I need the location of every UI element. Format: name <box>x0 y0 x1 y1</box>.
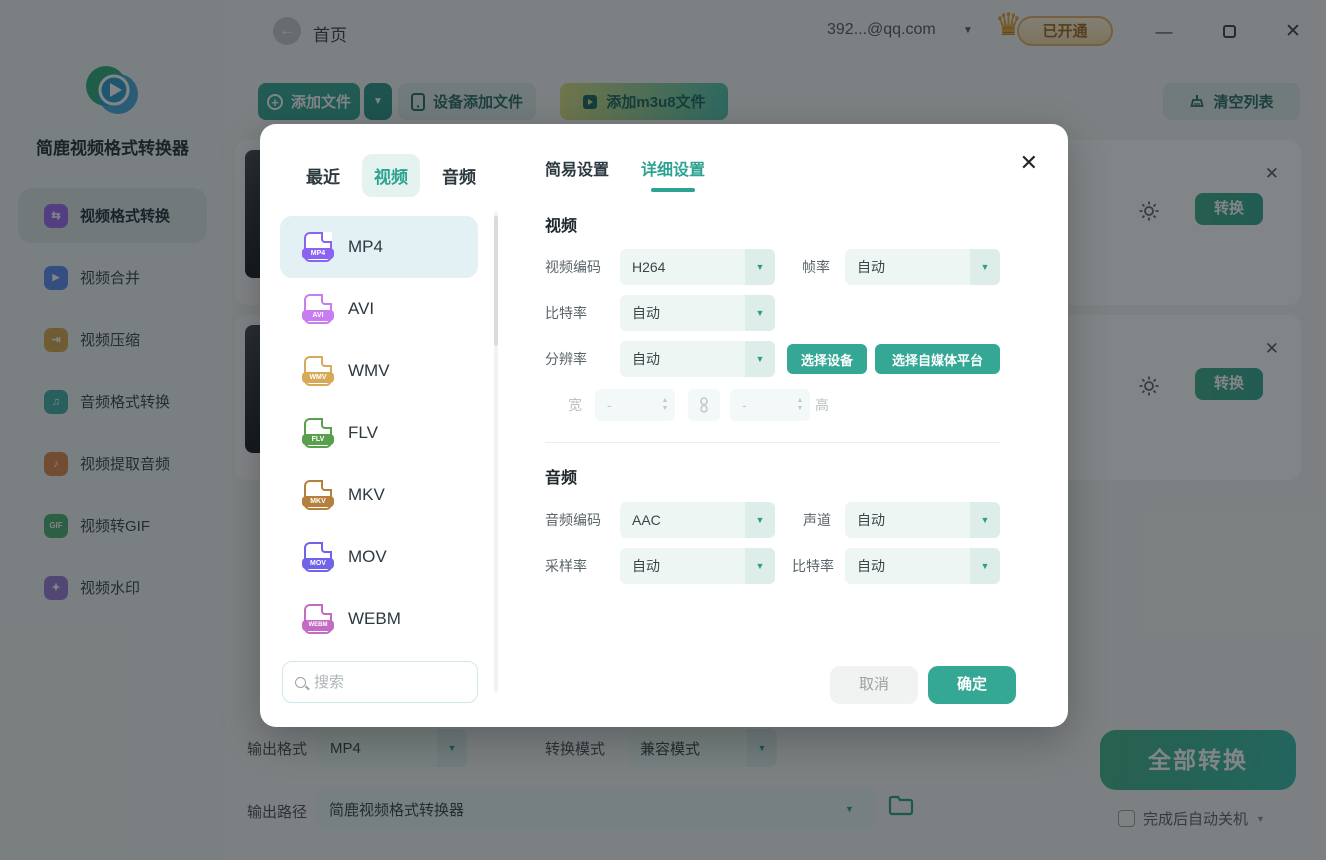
chevron-down-icon: ▼ <box>745 548 775 584</box>
width-stepper[interactable]: - ▲ ▼ <box>595 389 675 421</box>
format-item-wmv[interactable]: WMV WMV <box>280 340 478 402</box>
tab-detailed-settings[interactable]: 详细设置 <box>641 156 705 190</box>
tab-recent[interactable]: 最近 <box>294 154 352 197</box>
video-section-heading: 视频 <box>545 218 578 235</box>
sample-rate-label: 采样率 <box>545 558 587 574</box>
mkv-file-icon: MKV <box>302 480 334 510</box>
webm-file-icon: WEBM <box>302 604 334 634</box>
ok-button[interactable]: 确定 <box>928 666 1016 704</box>
format-item-avi[interactable]: AVI AVI <box>280 278 478 340</box>
audio-bitrate-select[interactable]: 自动 ▼ <box>845 548 1000 584</box>
settings-panel: 简易设置 详细设置 ✕ 视频 视频编码 H264 ▼ 帧率 自动 ▼ 比特率 自动 ▼… <box>500 124 1068 727</box>
stepper-arrows-icon[interactable]: ▲ ▼ <box>655 397 675 413</box>
audio-encode-select[interactable]: AAC ▼ <box>620 502 775 538</box>
video-bitrate-label: 比特率 <box>545 305 587 321</box>
resolution-select[interactable]: 自动 ▼ <box>620 341 775 377</box>
tab-video[interactable]: 视频 <box>362 154 420 197</box>
video-bitrate-select[interactable]: 自动 ▼ <box>620 295 775 331</box>
mov-file-icon: MOV <box>302 542 334 572</box>
format-item-mkv[interactable]: MKV MKV <box>280 464 478 526</box>
format-list: MP4 MP4 AVI AVI WMV WMV FLV FLV MKV MKV … <box>280 216 478 650</box>
link-dimensions-icon[interactable] <box>688 389 720 421</box>
close-modal-icon[interactable]: ✕ <box>1020 150 1038 176</box>
chevron-down-icon: ▼ <box>745 341 775 377</box>
chevron-down-icon: ▼ <box>970 548 1000 584</box>
chevron-down-icon: ▼ <box>745 502 775 538</box>
format-item-mp4[interactable]: MP4 MP4 <box>280 216 478 278</box>
video-encode-select[interactable]: H264 ▼ <box>620 249 775 285</box>
settings-tabs: 简易设置 详细设置 <box>545 156 705 190</box>
fps-label: 帧率 <box>802 259 830 275</box>
height-label: 高 <box>815 397 829 413</box>
tab-audio[interactable]: 音频 <box>430 154 488 197</box>
format-item-mov[interactable]: MOV MOV <box>280 526 478 588</box>
format-tabs: 最近 视频 音频 <box>294 154 488 197</box>
tab-simple-settings[interactable]: 简易设置 <box>545 156 609 190</box>
format-item-webm[interactable]: WEBM WEBM <box>280 588 478 650</box>
width-label: 宽 <box>568 397 582 413</box>
section-divider <box>545 442 1000 443</box>
audio-encode-label: 音频编码 <box>545 512 601 528</box>
select-platform-button[interactable]: 选择自媒体平台 <box>875 344 1000 374</box>
scrollbar-thumb[interactable] <box>494 216 498 346</box>
format-list-scrollbar[interactable] <box>494 212 498 692</box>
sample-rate-select[interactable]: 自动 ▼ <box>620 548 775 584</box>
format-item-flv[interactable]: FLV FLV <box>280 402 478 464</box>
video-encode-label: 视频编码 <box>545 259 601 275</box>
cancel-button[interactable]: 取消 <box>830 666 918 704</box>
format-list-panel: 最近 视频 音频 MP4 MP4 AVI AVI WMV WMV FLV FLV… <box>260 124 500 727</box>
chevron-down-icon: ▼ <box>970 502 1000 538</box>
wmv-file-icon: WMV <box>302 356 334 386</box>
height-stepper[interactable]: - ▲ ▼ <box>730 389 810 421</box>
avi-file-icon: AVI <box>302 294 334 324</box>
channel-label: 声道 <box>803 512 831 528</box>
format-settings-modal: 最近 视频 音频 MP4 MP4 AVI AVI WMV WMV FLV FLV… <box>260 124 1068 727</box>
chevron-down-icon: ▼ <box>970 249 1000 285</box>
chevron-down-icon: ▼ <box>745 295 775 331</box>
audio-section-heading: 音频 <box>545 470 578 487</box>
format-search-box[interactable] <box>282 661 478 703</box>
audio-bitrate-label: 比特率 <box>792 558 834 574</box>
chevron-down-icon: ▼ <box>745 249 775 285</box>
fps-select[interactable]: 自动 ▼ <box>845 249 1000 285</box>
search-icon <box>295 676 306 688</box>
stepper-arrows-icon[interactable]: ▲ ▼ <box>790 397 810 413</box>
search-input[interactable] <box>314 673 454 691</box>
channel-select[interactable]: 自动 ▼ <box>845 502 1000 538</box>
resolution-label: 分辨率 <box>545 351 587 367</box>
mp4-file-icon: MP4 <box>302 232 334 262</box>
select-device-button[interactable]: 选择设备 <box>787 344 867 374</box>
flv-file-icon: FLV <box>302 418 334 448</box>
